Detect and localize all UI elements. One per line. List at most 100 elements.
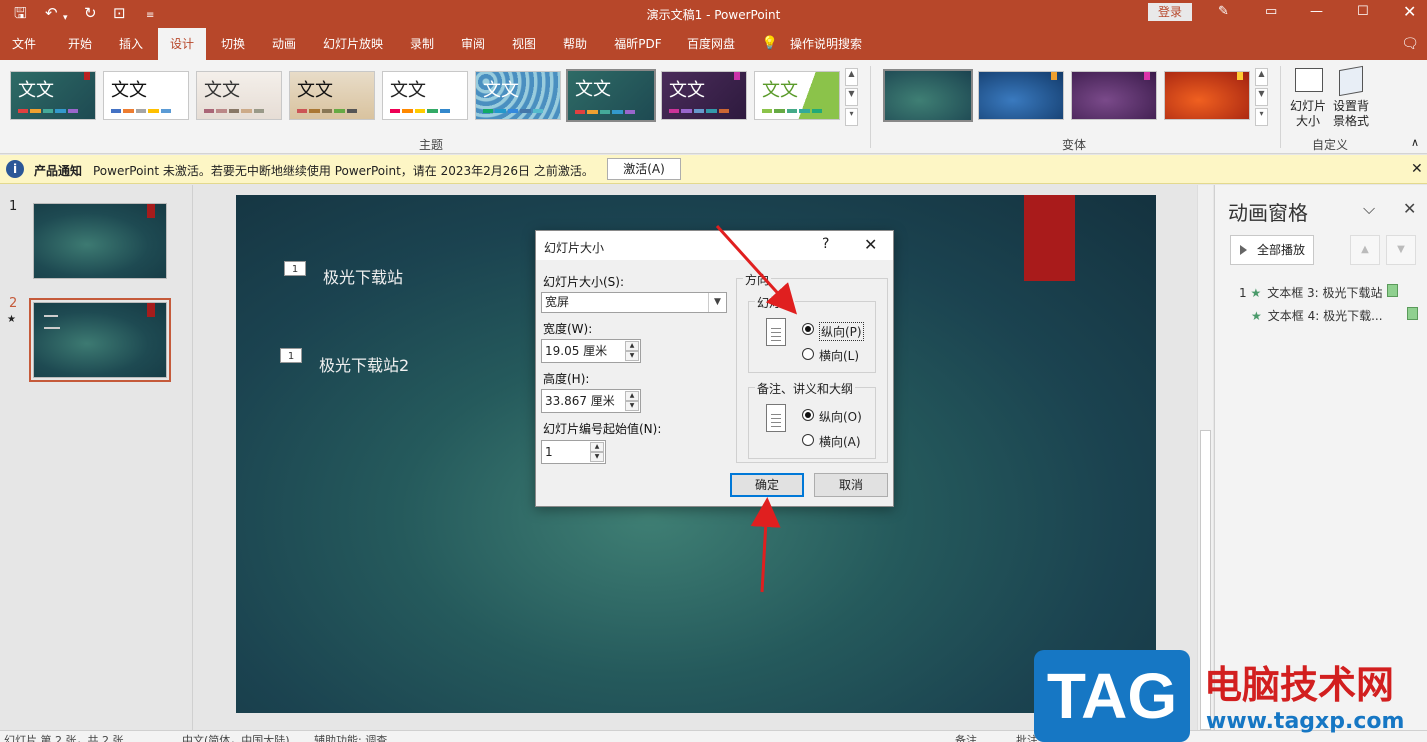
window-title: 演示文稿1 - PowerPoint (646, 8, 781, 22)
format-background-button[interactable]: 设置背 景格式 (1331, 65, 1371, 136)
start-number-label: 幻灯片编号起始值(N): (543, 422, 662, 436)
tab-transitions[interactable]: 切换 (213, 28, 253, 60)
slide-2-animation-star-icon: ★ (7, 314, 16, 325)
variants-scroll-up[interactable]: ▲ (1255, 68, 1268, 86)
slide-counter: 幻灯片 第 2 张，共 2 张 (4, 734, 124, 742)
variants-scroll-down[interactable]: ▼ (1255, 88, 1268, 106)
width-input[interactable]: 19.05 厘米 ▲ ▼ (541, 339, 641, 363)
close-icon[interactable]: ✕ (1403, 2, 1416, 21)
dialog-close-icon[interactable]: ✕ (864, 235, 877, 254)
animation-item-1[interactable]: 1 ★ 文本框 3: 极光下载站 (1239, 284, 1398, 301)
pen-icon[interactable]: ✎ (1218, 4, 1229, 19)
play-icon (1240, 245, 1247, 255)
login-button[interactable]: 登录 (1148, 3, 1192, 21)
ribbon: 文文 文文 文文 文文 文文 文文 文文 文文 文文 ▲ ▼ ▾ 主题 ▲ ▼ … (0, 60, 1427, 154)
tab-review[interactable]: 审阅 (453, 28, 493, 60)
slide-1-thumbnail[interactable] (33, 203, 167, 279)
slide-size-select[interactable]: 宽屏 ▼ (541, 292, 727, 313)
themes-scroll-down[interactable]: ▼ (845, 88, 858, 106)
minimize-icon[interactable]: — (1310, 4, 1323, 19)
start-increase[interactable]: ▲ (590, 442, 604, 452)
theme-2[interactable]: 文文 (103, 71, 189, 120)
activate-button[interactable]: 激活(A) (607, 158, 681, 180)
dialog-help-button[interactable]: ? (822, 236, 829, 252)
notification-title: 产品通知 (34, 164, 83, 178)
height-increase[interactable]: ▲ (625, 391, 639, 401)
theme-8[interactable]: 文文 (661, 71, 747, 120)
width-increase[interactable]: ▲ (625, 341, 639, 351)
watermark-site-name: 电脑技术网 (1204, 663, 1395, 707)
collapse-ribbon-icon[interactable]: ∧ (1411, 136, 1419, 149)
notification-close-icon[interactable]: ✕ (1411, 161, 1423, 177)
tab-design[interactable]: 设计 (158, 28, 206, 60)
theme-7-selected[interactable]: 文文 (566, 69, 656, 122)
move-down-button[interactable]: ▼ (1386, 235, 1416, 265)
slide-2-thumbnail[interactable] (33, 302, 167, 378)
start-decrease[interactable]: ▼ (590, 452, 604, 462)
tab-animations[interactable]: 动画 (264, 28, 304, 60)
tab-record[interactable]: 录制 (402, 28, 442, 60)
accessibility-status[interactable]: 辅助功能: 调查 (314, 732, 387, 742)
height-decrease[interactable]: ▼ (625, 401, 639, 411)
play-all-button[interactable]: 全部播放 (1230, 235, 1314, 265)
lightbulb-icon: 💡 (761, 36, 779, 51)
ok-button[interactable]: 确定 (730, 473, 804, 497)
slide-text-2[interactable]: 极光下载站2 (319, 352, 409, 376)
theme-4[interactable]: 文文 (289, 71, 375, 120)
theme-6[interactable]: 文文 (475, 71, 561, 120)
animation-pane: 动画窗格 ⌵ ✕ 全部播放 ▲ ▼ 1 ★ 文本框 3: 极光下载站 ★ 文本框 4… (1214, 185, 1427, 730)
vertical-scrollbar[interactable] (1197, 185, 1213, 730)
tab-insert[interactable]: 插入 (111, 28, 151, 60)
orientation-label: 方向 (743, 271, 772, 288)
variants-more[interactable]: ▾ (1255, 108, 1268, 126)
animation-tag-2[interactable]: 1 (280, 348, 302, 363)
portrait-page-icon (766, 404, 786, 432)
slide-size-button[interactable]: 幻灯片 大小 (1288, 66, 1328, 136)
move-up-button[interactable]: ▲ (1350, 235, 1380, 265)
chevron-down-icon[interactable]: ▼ (708, 293, 726, 312)
maximize-icon[interactable]: ☐ (1357, 4, 1369, 19)
width-label: 宽度(W): (543, 322, 593, 336)
tab-help[interactable]: 帮助 (555, 28, 595, 60)
dialog-titlebar: 幻灯片大小 ? ✕ (536, 231, 893, 260)
tell-me-search[interactable]: 操作说明搜索 (786, 28, 866, 60)
language-indicator[interactable]: 中文(简体，中国大陆) (182, 732, 290, 742)
tab-file[interactable]: 文件 (4, 28, 44, 60)
tab-foxit-pdf[interactable]: 福昕PDF (608, 28, 668, 60)
slide-size-dialog: 幻灯片大小 ? ✕ 幻灯片大小(S): 宽屏 ▼ 宽度(W): 19.05 厘米… (535, 230, 894, 507)
themes-more[interactable]: ▾ (845, 108, 858, 126)
variant-4[interactable] (1164, 71, 1250, 120)
pane-options-chevron-icon[interactable]: ⌵ (1363, 199, 1375, 219)
height-input[interactable]: 33.867 厘米 ▲ ▼ (541, 389, 641, 413)
slide-text-1[interactable]: 极光下载站 (323, 264, 403, 288)
timing-bar (1387, 284, 1398, 297)
themes-group-label: 主题 (419, 138, 444, 152)
animation-tag-1[interactable]: 1 (284, 261, 306, 276)
theme-1[interactable]: 文文 (10, 71, 96, 120)
themes-scroll-up[interactable]: ▲ (845, 68, 858, 86)
notes-toggle[interactable]: 备注 (955, 732, 977, 742)
timing-bar (1407, 307, 1418, 320)
theme-3[interactable]: 文文 (196, 71, 282, 120)
tab-home[interactable]: 开始 (60, 28, 100, 60)
notes-orientation-group: 备注、讲义和大纲 纵向(O) 横向(A) (748, 380, 876, 459)
slide-ribbon-decoration (1024, 195, 1075, 281)
tab-view[interactable]: 视图 (504, 28, 544, 60)
cancel-button[interactable]: 取消 (814, 473, 888, 497)
ribbon-display-icon[interactable]: ▭ (1265, 4, 1277, 19)
comments-icon[interactable]: 🗨 (1398, 28, 1422, 60)
start-number-input[interactable]: 1 ▲ ▼ (541, 440, 606, 464)
slide-2-number: 2 (9, 296, 18, 311)
width-decrease[interactable]: ▼ (625, 351, 639, 361)
notification-message: PowerPoint 未激活。若要无中断地继续使用 PowerPoint，请在 … (93, 164, 594, 178)
tab-baidu-netdisk[interactable]: 百度网盘 (681, 28, 741, 60)
slide-thumbnails-pane: 1 2 ★ (0, 185, 193, 730)
pane-close-icon[interactable]: ✕ (1403, 199, 1416, 218)
variant-3[interactable] (1071, 71, 1157, 120)
variant-2[interactable] (978, 71, 1064, 120)
variant-1[interactable] (883, 69, 973, 122)
animation-item-2[interactable]: ★ 文本框 4: 极光下载... (1251, 307, 1418, 324)
tab-slideshow[interactable]: 幻灯片放映 (318, 28, 388, 60)
theme-9[interactable]: 文文 (754, 71, 840, 120)
theme-5[interactable]: 文文 (382, 71, 468, 120)
